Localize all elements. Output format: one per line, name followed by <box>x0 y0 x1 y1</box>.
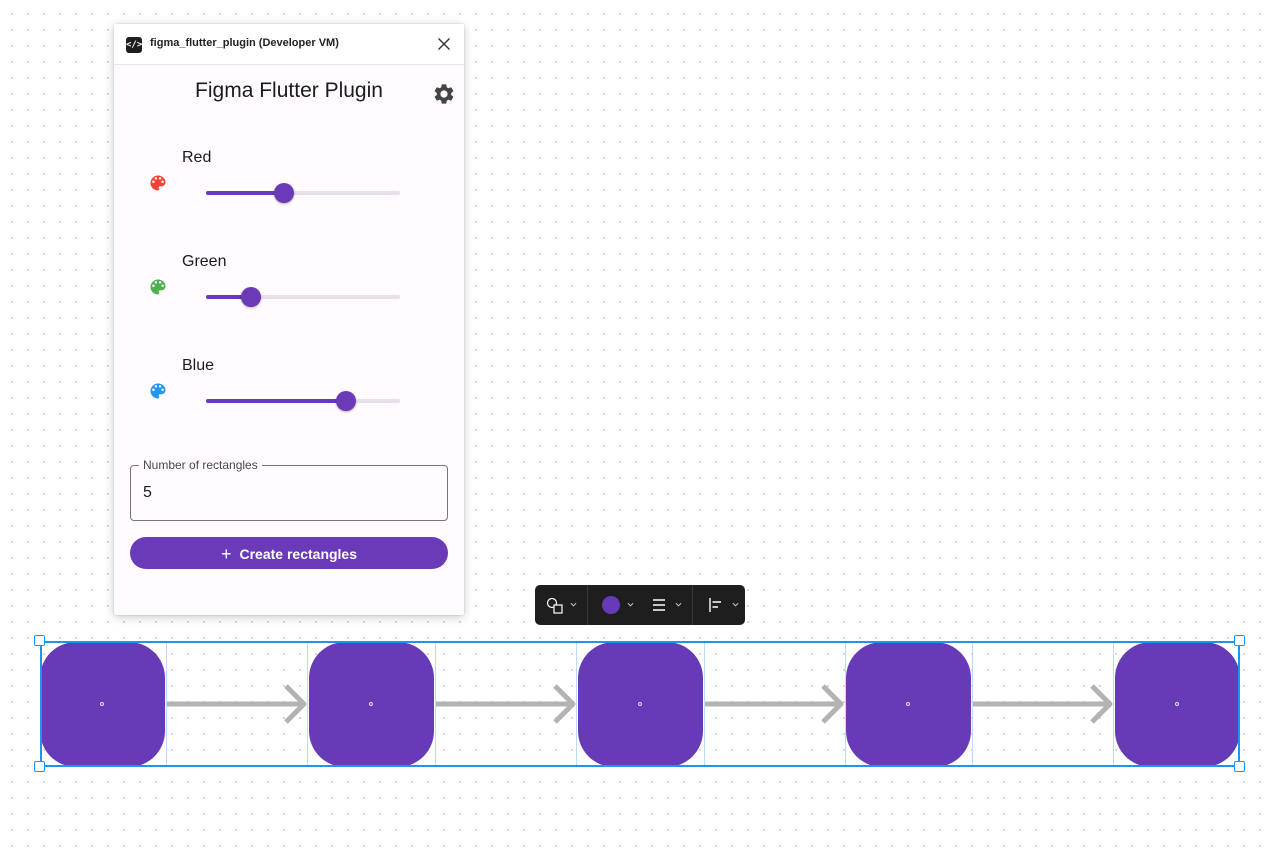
code-icon: </> <box>126 37 142 53</box>
slider-row-red: Red <box>114 144 464 224</box>
rect-count-field[interactable]: Number of rectangles 5 <box>130 458 448 521</box>
resize-handle-bottom-left[interactable] <box>34 761 45 772</box>
plugin-window-title: figma_flutter_plugin (Developer VM) <box>150 37 339 49</box>
app-title: Figma Flutter Plugin <box>195 79 383 102</box>
plugin-titlebar: </> figma_flutter_plugin (Developer VM) <box>114 24 464 65</box>
plus-icon: + <box>220 544 232 564</box>
slider-thumb[interactable] <box>335 391 356 411</box>
slider-label-green: Green <box>182 253 227 270</box>
resize-handle-bottom-right[interactable] <box>1234 761 1245 772</box>
palette-icon <box>150 175 166 191</box>
shape-tool-button[interactable] <box>535 585 587 625</box>
slider-red[interactable] <box>206 183 400 203</box>
resize-handle-top-right[interactable] <box>1234 635 1245 646</box>
chevron-down-icon <box>570 602 577 607</box>
slider-green[interactable] <box>206 287 400 307</box>
slider-row-green: Green <box>114 248 464 328</box>
fill-color-button[interactable] <box>588 585 638 625</box>
palette-icon <box>150 279 166 295</box>
plugin-window: </> figma_flutter_plugin (Developer VM) … <box>114 24 464 615</box>
create-rectangles-label: Create rectangles <box>239 546 358 562</box>
align-button[interactable] <box>693 585 745 625</box>
slider-fill <box>206 399 346 403</box>
palette-icon <box>150 383 166 399</box>
slider-label-blue: Blue <box>182 357 215 374</box>
stroke-icon <box>653 599 665 611</box>
chevron-down-icon <box>732 602 739 607</box>
slider-fill <box>206 191 284 195</box>
gear-icon[interactable] <box>432 82 456 106</box>
slider-row-blue: Blue <box>114 352 464 432</box>
slider-thumb[interactable] <box>240 287 261 307</box>
slider-thumb[interactable] <box>273 183 294 203</box>
close-icon[interactable] <box>436 36 452 52</box>
rect-count-value[interactable]: 5 <box>143 484 152 502</box>
resize-handle-top-left[interactable] <box>34 635 45 646</box>
slider-blue[interactable] <box>206 391 400 411</box>
selection-toolbar <box>535 585 745 625</box>
chevron-down-icon <box>675 602 682 607</box>
rect-count-label: Number of rectangles <box>139 458 262 472</box>
selection-outline <box>40 641 1240 767</box>
create-rectangles-button[interactable]: + Create rectangles <box>130 537 448 569</box>
chevron-down-icon <box>627 602 634 607</box>
fill-color-swatch <box>602 596 620 614</box>
align-icon <box>709 598 721 612</box>
shape-tool-icon <box>546 597 563 614</box>
stroke-button[interactable] <box>638 585 690 625</box>
slider-label-red: Red <box>182 149 212 166</box>
